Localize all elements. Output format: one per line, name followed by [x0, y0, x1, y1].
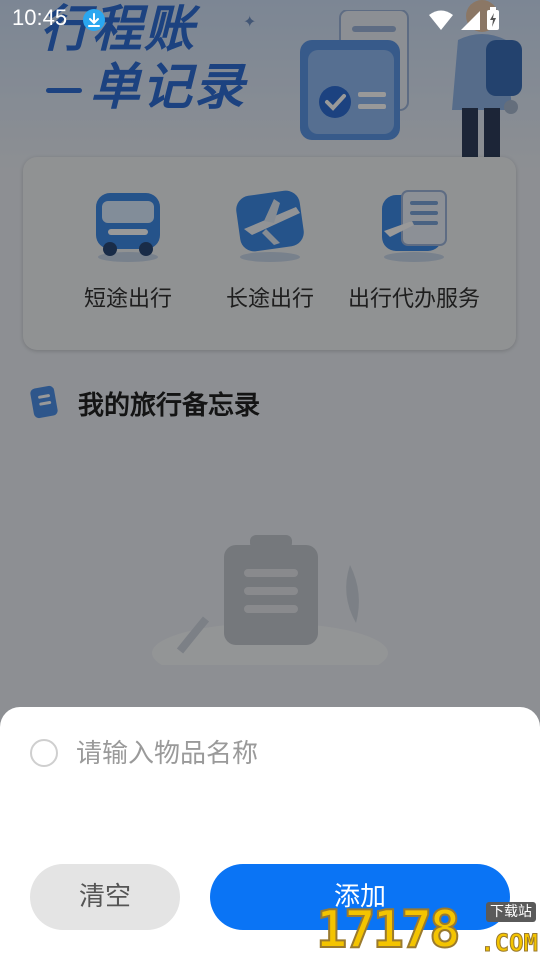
add-button[interactable]: 添加 — [210, 864, 510, 930]
item-name-input[interactable] — [76, 732, 496, 776]
clear-button[interactable]: 清空 — [30, 864, 180, 930]
status-time: 10:45 — [12, 5, 68, 30]
download-icon — [83, 9, 105, 31]
battery-icon — [487, 7, 499, 30]
status-icons — [428, 7, 500, 35]
add-item-sheet: 清空 添加 — [0, 707, 540, 960]
status-bar: 10:45 — [0, 0, 540, 38]
signal-icon — [460, 11, 480, 30]
item-radio[interactable] — [30, 739, 58, 767]
wifi-icon — [428, 10, 453, 30]
